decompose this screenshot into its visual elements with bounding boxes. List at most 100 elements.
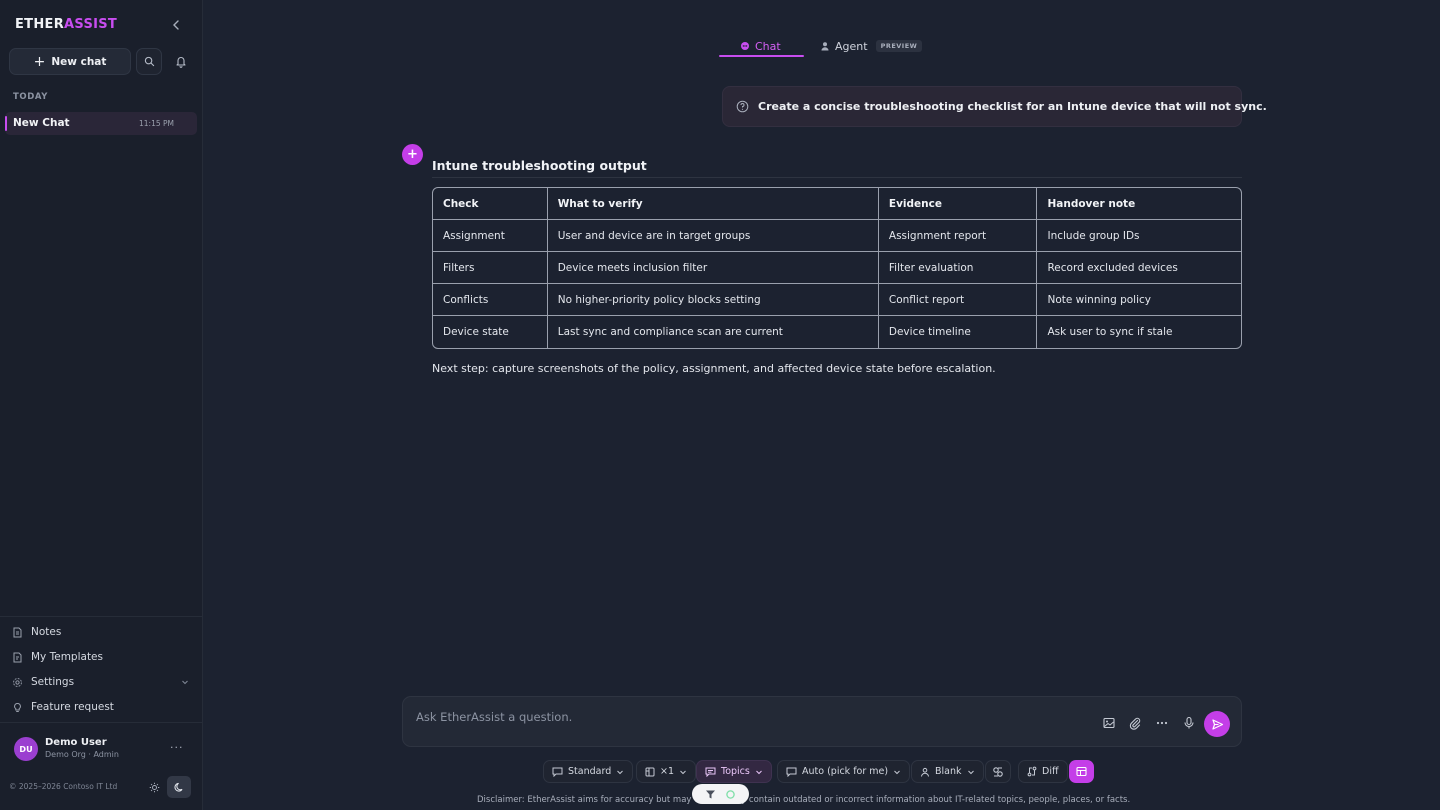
search-button[interactable] — [136, 48, 162, 75]
topics-select[interactable]: Topics — [696, 760, 772, 783]
tab-agent-label: Agent — [835, 39, 868, 53]
count-select[interactable]: ×1 — [636, 760, 697, 783]
table-view-button[interactable] — [1069, 760, 1094, 783]
layout-icon — [645, 767, 655, 776]
table-cell: Device state — [433, 316, 548, 348]
table-header-row: Check What to verify Evidence Handover n… — [433, 188, 1241, 220]
table-cell: Note winning policy — [1037, 284, 1241, 316]
copyright-text: © 2025–2026 Contoso IT Ltd — [9, 782, 118, 791]
column-header: Handover note — [1037, 188, 1241, 220]
chat-input[interactable] — [416, 708, 1016, 726]
topics-icon — [705, 767, 716, 777]
table-cell: Device meets inclusion filter — [547, 252, 879, 284]
user-name: Demo User — [45, 737, 107, 748]
pill-label: ×1 — [660, 766, 675, 777]
chevron-down-icon[interactable] — [181, 678, 189, 686]
more-icon[interactable] — [1155, 716, 1169, 730]
lightbulb-icon — [14, 702, 21, 712]
chat-icon — [552, 767, 563, 777]
table-cell: Filter evaluation — [878, 252, 1038, 284]
column-header: Evidence — [878, 188, 1038, 220]
table-cell: User and device are in target groups — [547, 220, 879, 252]
user-message-text: Create a concise troubleshooting checkli… — [758, 100, 1267, 113]
assistant-avatar: + — [402, 144, 423, 165]
model-select[interactable]: Auto (pick for me) — [777, 760, 911, 783]
question-icon — [736, 100, 749, 113]
collapse-sidebar-icon[interactable] — [170, 18, 182, 32]
microphone-icon[interactable] — [1182, 716, 1196, 730]
table-row: Conflicts No higher-priority policy bloc… — [433, 284, 1241, 316]
chat-icon — [786, 767, 797, 777]
table-cell: Last sync and compliance scan are curren… — [548, 316, 879, 348]
column-header: What to verify — [547, 188, 879, 220]
gear-icon — [13, 677, 22, 687]
title-divider — [432, 177, 1242, 178]
table-cell: Record excluded devices — [1037, 252, 1241, 284]
table-cell: Assignment report — [878, 220, 1038, 252]
dark-theme-button[interactable] — [167, 776, 191, 798]
bottom-nav-divider — [0, 616, 203, 617]
user-message-bubble: Create a concise troubleshooting checkli… — [722, 86, 1267, 127]
nav-item-feature-request[interactable]: Feature request — [12, 698, 114, 716]
moon-icon — [174, 782, 182, 792]
pill-label: Auto (pick for me) — [802, 766, 889, 777]
chat-time: 11:15 PM — [139, 119, 174, 128]
bell-icon — [176, 57, 186, 68]
note-icon — [13, 627, 22, 637]
table-cell: Ask user to sync if stale — [1047, 326, 1173, 338]
tab-chat-label: Chat — [755, 39, 781, 53]
brand-logo: ETHERASSIST — [15, 17, 118, 32]
tab-agent[interactable]: Agent PREVIEW — [820, 36, 923, 56]
table-row: Filters Device meets inclusion filter Fi… — [433, 252, 1241, 284]
table-cell: Include group IDs — [1037, 220, 1241, 252]
nav-item-notes[interactable]: Notes — [12, 623, 61, 641]
new-chat-button[interactable]: + New chat — [9, 48, 131, 75]
table-cell: No higher-priority policy blocks setting — [547, 284, 879, 316]
pill-label: Standard — [568, 766, 612, 777]
nav-label: Settings — [31, 676, 75, 688]
plus-icon: + — [33, 53, 46, 70]
sidebar: ETHERASSIST + New chat TODAY New Chat 11… — [0, 0, 203, 810]
composer — [402, 696, 1242, 747]
chevron-down-icon — [894, 770, 900, 774]
persona-select[interactable]: Blank — [911, 760, 984, 783]
tools-icon — [993, 766, 1003, 777]
mode-select-standard[interactable]: Standard — [543, 760, 634, 783]
send-button[interactable] — [1204, 711, 1230, 737]
table-icon — [1076, 766, 1087, 777]
chevron-down-icon — [755, 770, 762, 774]
sun-icon — [149, 782, 159, 792]
diff-toggle[interactable]: Diff — [1018, 760, 1068, 783]
person-icon — [821, 42, 829, 51]
column-header: Check — [433, 188, 548, 220]
table-cell: Filters — [433, 252, 548, 284]
section-label-today: TODAY — [13, 92, 48, 102]
paperclip-icon[interactable] — [1128, 716, 1142, 730]
user-role: Demo Org · Admin — [45, 750, 119, 759]
table-cell: Assignment — [433, 220, 548, 252]
avatar[interactable]: DU — [14, 737, 38, 761]
tab-chat[interactable]: Chat — [740, 36, 781, 56]
light-theme-button[interactable] — [143, 776, 165, 798]
chat-title: New Chat — [13, 117, 70, 129]
filter-icon[interactable] — [705, 789, 716, 800]
nav-label: Notes — [31, 626, 62, 638]
template-icon — [13, 652, 22, 662]
person-icon — [921, 767, 929, 777]
table-row: Device state Last sync and compliance sc… — [433, 316, 1241, 348]
nav-item-my-templates[interactable]: My Templates — [12, 648, 103, 666]
chevron-down-icon — [680, 770, 686, 774]
nav-label: Feature request — [31, 701, 114, 713]
response-title: Intune troubleshooting output — [432, 158, 647, 173]
pill-label: Topics — [721, 766, 750, 777]
tools-button[interactable] — [985, 760, 1011, 783]
more-options-icon[interactable]: ··· — [170, 741, 184, 754]
floating-mini-toolbar[interactable] — [692, 784, 749, 804]
chat-list-item[interactable]: New Chat 11:15 PM — [5, 112, 197, 135]
nav-label: My Templates — [31, 651, 103, 663]
active-tab-indicator — [719, 55, 804, 57]
image-icon[interactable] — [1102, 716, 1116, 730]
notifications-button[interactable] — [168, 48, 194, 75]
status-circle-icon[interactable] — [725, 789, 736, 800]
nav-item-settings[interactable]: Settings — [12, 673, 74, 691]
